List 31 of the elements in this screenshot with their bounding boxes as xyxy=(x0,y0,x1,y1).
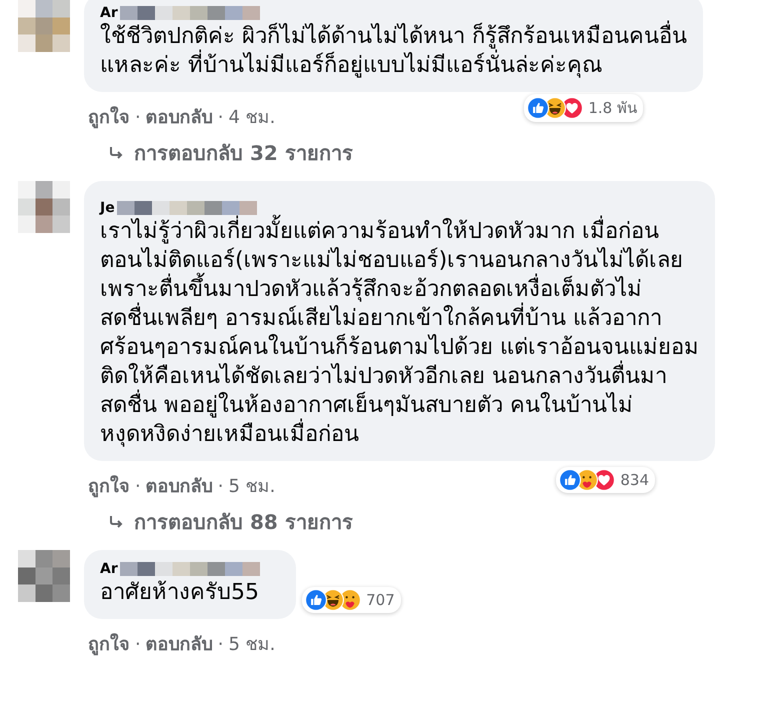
commenter-name[interactable]: Ar xyxy=(100,5,118,21)
avatar[interactable] xyxy=(18,181,70,233)
action-link[interactable]: ถูกใจ xyxy=(88,102,130,131)
avatar[interactable] xyxy=(18,550,70,602)
reaction-summary[interactable]: 707 xyxy=(302,587,401,613)
action-link[interactable]: ตอบกลับ xyxy=(146,471,213,500)
view-replies-link[interactable]: การตอบกลับ 32 รายการ xyxy=(134,137,353,169)
timestamp: 5 ชม. xyxy=(228,633,276,657)
view-replies-link[interactable]: การตอบกลับ 88 รายการ xyxy=(134,506,353,538)
action-link[interactable]: ตอบกลับ xyxy=(146,629,213,658)
timestamp: 5 ชม. xyxy=(228,475,276,499)
avatar[interactable] xyxy=(18,0,70,52)
commenter-name[interactable]: Je xyxy=(100,200,115,216)
action-link[interactable]: ถูกใจ xyxy=(88,629,130,658)
comment-text: เราไม่รู้ว่าผิวเกี่ยวมั้ยแต่ความร้อนทำให้ปวดหัวมาก เมื่อก่อน ตอนไม่ติดแอร์(เพราะแม่ไม่ชอบแอร์)เรานอนกลางวันไม่ได้เลย เพราะตื่นขึ้นมาปวดหัวแล้วรุ้สึกจะอ้วกตลอดเหงื่อเต็มตัวไม่ สดชื่นเพลียๆ อารมณ์เสียไม่อยากเข้าใกล้คนที่บ้าน แล้วอากา ศร้อนๆอารมณ์คนในบ้านก็ร้อนตามไปด้วย แต่เราอ้อนจนแม่ยอม ติดให้คือเหนได้ชัดเลยว่าไม่ปวดหัวอีกเลย นอนกลางวันตื่นมา สดชื่น พออยู่ในห้องอากาศเย็นๆมันสบายตัว คนในบ้านไม่ หงุดหงิดง่ายเหมือนเมื่อก่อน xyxy=(100,217,699,449)
reaction-summary[interactable]: 1.8 พัน xyxy=(524,94,643,122)
separator-dot: · xyxy=(135,634,141,655)
timestamp: 4 ชม. xyxy=(228,106,276,130)
reply-arrow-icon xyxy=(108,514,124,530)
separator-dot: · xyxy=(218,107,224,128)
commenter-name[interactable]: Ar xyxy=(100,561,118,577)
comment-text: ใช้ชีวิตปกติค่ะ ผิวก็ไม่ได้ด้านไม่ได้หนา ก็รู้สึกร้อนเหมือนคนอื่น แหละค่ะ ที่บ้านไม่มีแอร์ก็อยู่แบบไม่มีแอร์นั่นล่ะค่ะคุณ xyxy=(100,22,687,80)
comment-text: อาศัยห้างครับ55 xyxy=(100,579,260,607)
separator-dot: · xyxy=(135,107,141,128)
separator-dot: · xyxy=(218,476,224,497)
separator-dot: · xyxy=(135,476,141,497)
action-link[interactable]: ตอบกลับ xyxy=(146,102,213,131)
separator-dot: · xyxy=(218,634,224,655)
reply-arrow-icon xyxy=(108,145,124,161)
reaction-summary[interactable]: 834 xyxy=(556,467,655,493)
action-link[interactable]: ถูกใจ xyxy=(88,471,130,500)
